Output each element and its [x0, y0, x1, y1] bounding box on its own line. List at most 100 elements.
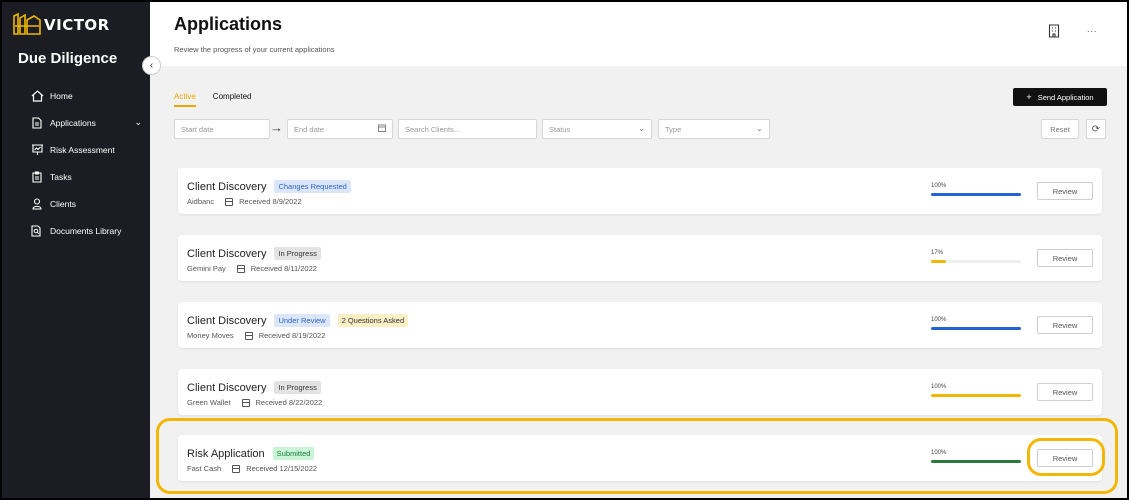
- collapse-sidebar-button[interactable]: ‹: [142, 56, 161, 75]
- refresh-icon: ⟳: [1091, 123, 1101, 135]
- start-date-placeholder: Start date: [181, 124, 214, 134]
- review-button[interactable]: Review: [1037, 182, 1093, 200]
- calendar-icon: [236, 264, 245, 273]
- progress-bar-fill: [931, 460, 1021, 463]
- building-icon[interactable]: [1048, 24, 1060, 38]
- progress-bar: [931, 260, 1021, 263]
- card-meta: Money Moves Received 8/19/2022: [187, 331, 325, 340]
- sidebar: VICTOR Due Diligence Home Applications ⌄: [2, 2, 150, 498]
- progress-label: 17%: [931, 250, 944, 256]
- application-title: Client Discovery: [187, 381, 267, 394]
- progress-bar: [931, 193, 1021, 196]
- type-select[interactable]: Type ⌄: [658, 119, 770, 139]
- search-clients-input[interactable]: Search Clients...: [398, 119, 537, 139]
- progress-bar-fill: [931, 260, 947, 263]
- page-subtitle: Review the progress of your current appl…: [174, 45, 335, 54]
- sidebar-item-risk-assessment[interactable]: Risk Assessment: [30, 136, 142, 163]
- sidebar-item-clients[interactable]: Clients: [30, 190, 142, 217]
- app-window: VICTOR Due Diligence Home Applications ⌄: [0, 0, 1129, 500]
- received-date: Received 8/9/2022: [239, 197, 302, 206]
- sidebar-item-label: Applications: [50, 117, 96, 128]
- sidebar-item-label: Home: [50, 90, 73, 101]
- progress-label: 100%: [931, 384, 947, 390]
- page-title: Applications: [174, 14, 283, 34]
- chevron-down-icon: ⌄: [638, 124, 645, 133]
- review-button[interactable]: Review: [1037, 383, 1093, 401]
- status-badge: Under Review: [274, 314, 330, 327]
- application-title: Client Discovery: [187, 314, 267, 327]
- logo: VICTOR: [12, 12, 110, 38]
- main-content: Applications Review the progress of your…: [150, 2, 1127, 498]
- card-meta: Green Wallet Received 8/22/2022: [187, 398, 322, 407]
- client-name: Gemini Pay: [187, 264, 226, 273]
- review-button[interactable]: Review: [1037, 449, 1093, 467]
- send-application-label: Send Application: [1037, 92, 1094, 102]
- review-button[interactable]: Review: [1037, 316, 1093, 334]
- application-card: Client Discovery Changes Requested Aidba…: [178, 168, 1102, 214]
- start-date-input[interactable]: Start date: [174, 119, 270, 139]
- sidebar-item-home[interactable]: Home: [30, 82, 142, 109]
- filter-bar: Start date → End date Search Clients... …: [174, 119, 1124, 139]
- refresh-button[interactable]: ⟳: [1086, 119, 1106, 139]
- progress-bar: [931, 460, 1021, 463]
- progress-bar: [931, 394, 1021, 397]
- application-card: Client Discovery Under Review 2 Question…: [178, 302, 1102, 348]
- end-date-input[interactable]: End date: [287, 119, 393, 139]
- client-name: Aidbanc: [187, 197, 215, 206]
- client-name: Money Moves: [187, 331, 234, 340]
- sidebar-item-label: Tasks: [50, 171, 72, 182]
- application-title: Client Discovery: [187, 180, 267, 193]
- brand-name: VICTOR: [44, 16, 110, 34]
- page-header: Applications Review the progress of your…: [150, 2, 1127, 66]
- application-title: Risk Application: [187, 447, 265, 460]
- reset-button[interactable]: Reset: [1041, 119, 1079, 139]
- tab-active[interactable]: Active: [174, 92, 196, 107]
- client-name: Fast Cash: [187, 464, 222, 473]
- card-meta: Gemini Pay Received 8/11/2022: [187, 264, 317, 273]
- application-card: Client Discovery In Progress Gemini Pay …: [178, 235, 1102, 281]
- tabs: Active Completed: [174, 92, 268, 107]
- sidebar-item-tasks[interactable]: Tasks: [30, 163, 142, 190]
- sidebar-item-applications[interactable]: Applications ⌄: [30, 109, 142, 136]
- search-clients-placeholder: Search Clients...: [405, 124, 461, 134]
- progress-bar-fill: [931, 193, 1021, 196]
- app-name: Due Diligence: [18, 50, 118, 67]
- calendar-icon[interactable]: [378, 124, 386, 134]
- card-title-row: Client Discovery In Progress: [187, 381, 321, 394]
- sidebar-item-label: Clients: [50, 198, 76, 209]
- plus-icon: +: [1026, 92, 1032, 102]
- status-badge: Submitted: [272, 447, 315, 460]
- card-title-row: Client Discovery Under Review 2 Question…: [187, 314, 409, 327]
- application-card: Client Discovery In Progress Green Walle…: [178, 369, 1102, 415]
- progress-bar-fill: [931, 327, 1021, 330]
- application-title: Client Discovery: [187, 247, 267, 260]
- more-options-button[interactable]: ...: [1087, 24, 1098, 34]
- chevron-down-icon: ⌄: [756, 124, 763, 133]
- review-button[interactable]: Review: [1037, 249, 1093, 267]
- sidebar-item-documents-library[interactable]: Documents Library: [30, 217, 142, 244]
- card-meta: Aidbanc Received 8/9/2022: [187, 197, 302, 206]
- progress-bar: [931, 327, 1021, 330]
- calendar-icon: [232, 464, 241, 473]
- questions-badge: 2 Questions Asked: [337, 314, 409, 327]
- user-icon: [30, 197, 44, 211]
- status-select-value: Status: [549, 124, 571, 134]
- progress-label: 100%: [931, 183, 947, 189]
- document-search-icon: [30, 224, 44, 238]
- card-title-row: Risk Application Submitted: [187, 447, 315, 460]
- sidebar-nav: Home Applications ⌄ Risk Assessment Task…: [30, 82, 142, 244]
- clipboard-icon: [30, 170, 44, 184]
- received-date: Received 8/11/2022: [250, 264, 317, 273]
- chevron-down-icon[interactable]: ⌄: [134, 117, 142, 128]
- send-application-button[interactable]: + Send Application: [1013, 88, 1107, 106]
- status-badge: In Progress: [274, 247, 321, 260]
- received-date: Received 8/22/2022: [255, 398, 323, 407]
- progress-label: 100%: [931, 450, 947, 456]
- progress-bar-fill: [931, 394, 1021, 397]
- tab-completed[interactable]: Completed: [213, 92, 252, 107]
- presentation-chart-icon: [30, 143, 44, 157]
- status-select[interactable]: Status ⌄: [542, 119, 652, 139]
- application-card: Risk Application Submitted Fast Cash Rec…: [178, 435, 1102, 481]
- arrow-right-icon: →: [270, 120, 283, 135]
- card-title-row: Client Discovery Changes Requested: [187, 180, 351, 193]
